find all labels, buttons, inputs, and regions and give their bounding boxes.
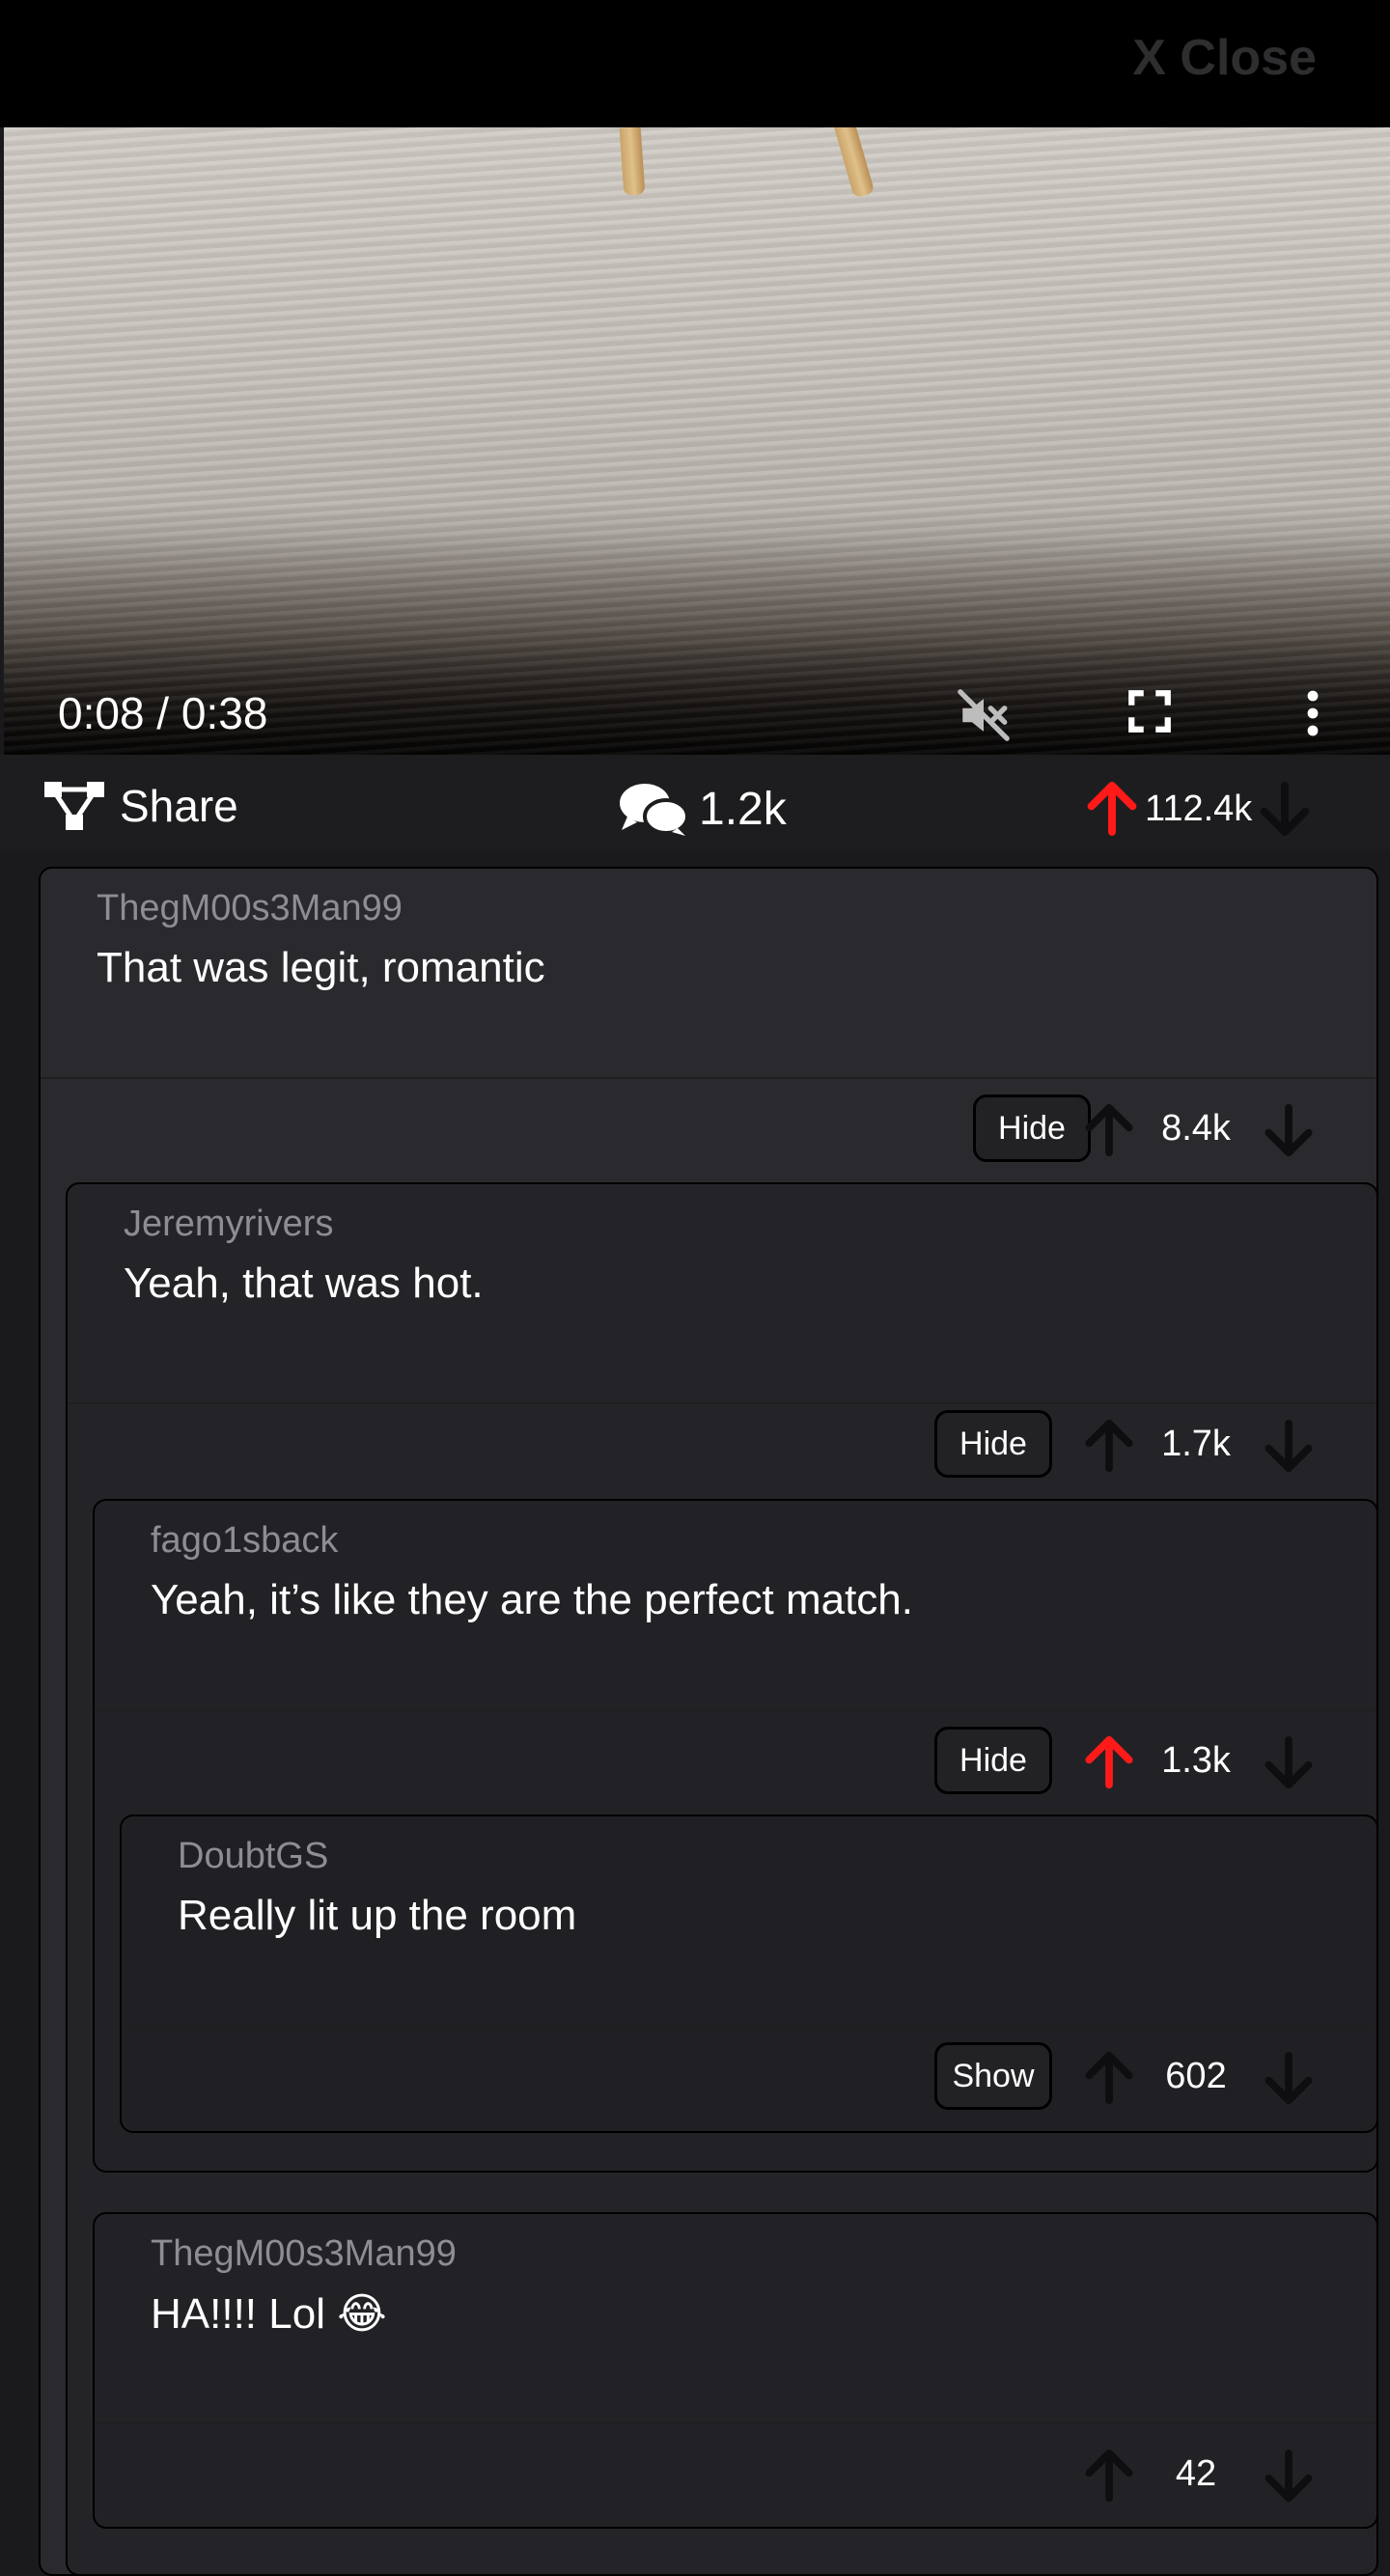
comment-vote-count: 42 — [1175, 2453, 1217, 2494]
upvote-arrow-icon[interactable] — [1081, 778, 1143, 840]
comment-divider — [68, 1402, 1376, 1404]
share-icon — [44, 782, 104, 830]
comments-button[interactable]: 1.2k — [618, 780, 787, 838]
comment-divider — [122, 2025, 1376, 2027]
comment-vote-count: 602 — [1165, 2056, 1227, 2096]
comment-author[interactable]: fago1sback — [151, 1520, 338, 1562]
downvote-arrow-icon[interactable] — [1259, 2442, 1319, 2509]
comment-card: DoubtGS Really lit up the room Show 602 — [120, 1814, 1378, 2133]
upvote-arrow-icon[interactable] — [1079, 2442, 1139, 2509]
upvote-arrow-icon[interactable] — [1079, 1412, 1139, 1480]
share-label: Share — [120, 781, 238, 831]
downvote-arrow-icon[interactable] — [1259, 1096, 1319, 1164]
comment-card: ThegM00s3Man99 HA!!!! Lol 😂 42 — [93, 2212, 1378, 2529]
comment-author[interactable]: Jeremyrivers — [124, 1204, 333, 1245]
top-bar: X Close — [0, 0, 1390, 127]
video-time-display: 0:08 / 0:38 — [58, 688, 268, 738]
comment-text: That was legit, romantic — [97, 944, 545, 991]
close-button[interactable]: X Close — [1132, 29, 1317, 87]
comment-count: 1.2k — [699, 783, 787, 835]
comment-vote-count: 8.4k — [1161, 1108, 1231, 1149]
hide-button[interactable]: Hide — [934, 1410, 1052, 1478]
comment-author[interactable]: DoubtGS — [178, 1836, 328, 1877]
downvote-arrow-icon[interactable] — [1259, 1412, 1319, 1480]
post-vote-controls: 112.4k — [1081, 778, 1316, 840]
comment-vote-count: 1.7k — [1161, 1424, 1231, 1464]
comment-divider — [95, 2423, 1376, 2424]
post-action-bar: Share 1.2k 112.4k — [0, 755, 1390, 851]
share-button[interactable]: Share — [42, 780, 238, 832]
upvote-arrow-icon[interactable] — [1079, 1096, 1139, 1164]
comment-author[interactable]: ThegM00s3Man99 — [151, 2233, 457, 2275]
downvote-arrow-icon[interactable] — [1254, 778, 1316, 840]
hide-button[interactable]: Hide — [934, 1727, 1052, 1794]
comment-divider — [41, 1077, 1376, 1079]
comment-text: Yeah, that was hot. — [124, 1260, 484, 1307]
comment-author[interactable]: ThegM00s3Man99 — [97, 888, 403, 929]
hide-button[interactable]: Hide — [973, 1094, 1091, 1162]
post-vote-count: 112.4k — [1145, 788, 1253, 829]
comment-vote-count: 1.3k — [1161, 1740, 1231, 1781]
comment-text: Really lit up the room — [178, 1892, 577, 1939]
comments-icon — [620, 784, 689, 836]
show-button[interactable]: Show — [934, 2042, 1052, 2110]
fullscreen-icon[interactable] — [1126, 687, 1174, 740]
upvote-arrow-icon[interactable] — [1079, 2044, 1139, 2112]
more-options-icon[interactable] — [1297, 687, 1328, 744]
comment-text: HA!!!! Lol 😂 — [151, 2290, 387, 2338]
comment-divider — [95, 1709, 1376, 1711]
downvote-arrow-icon[interactable] — [1259, 2044, 1319, 2112]
comment-text: Yeah, it’s like they are the perfect mat… — [151, 1576, 914, 1623]
video-player[interactable]: 0:08 / 0:38 — [4, 127, 1390, 755]
downvote-arrow-icon[interactable] — [1259, 1729, 1319, 1796]
upvote-arrow-icon[interactable] — [1079, 1729, 1139, 1796]
mute-icon[interactable] — [956, 687, 1012, 748]
video-frame-detail — [619, 127, 646, 196]
